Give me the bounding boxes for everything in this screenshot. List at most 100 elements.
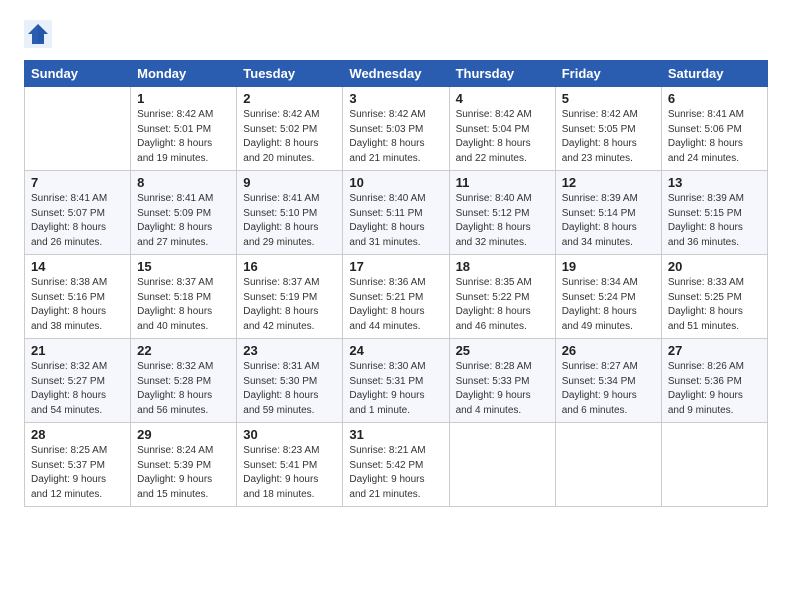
calendar-cell: 24 Sunrise: 8:30 AM Sunset: 5:31 PM Dayli… xyxy=(343,339,449,423)
day-info: Sunrise: 8:33 AM Sunset: 5:25 PM Dayligh… xyxy=(668,276,761,334)
day-number: 5 xyxy=(562,91,655,106)
day-info: Sunrise: 8:42 AM Sunset: 5:03 PM Dayligh… xyxy=(349,108,442,166)
calendar-cell xyxy=(661,423,767,507)
day-number: 15 xyxy=(137,259,230,274)
calendar-cell xyxy=(555,423,661,507)
day-number: 6 xyxy=(668,91,761,106)
week-row-4: 21 Sunrise: 8:32 AM Sunset: 5:27 PM Dayli… xyxy=(25,339,768,423)
day-info: Sunrise: 8:27 AM Sunset: 5:34 PM Dayligh… xyxy=(562,360,655,418)
day-info: Sunrise: 8:40 AM Sunset: 5:12 PM Dayligh… xyxy=(456,192,549,250)
day-number: 8 xyxy=(137,175,230,190)
day-info: Sunrise: 8:42 AM Sunset: 5:01 PM Dayligh… xyxy=(137,108,230,166)
day-info: Sunrise: 8:42 AM Sunset: 5:04 PM Dayligh… xyxy=(456,108,549,166)
day-number: 28 xyxy=(31,427,124,442)
logo xyxy=(24,20,54,48)
calendar-cell: 22 Sunrise: 8:32 AM Sunset: 5:28 PM Dayli… xyxy=(131,339,237,423)
day-info: Sunrise: 8:41 AM Sunset: 5:10 PM Dayligh… xyxy=(243,192,336,250)
day-info: Sunrise: 8:25 AM Sunset: 5:37 PM Dayligh… xyxy=(31,444,124,502)
day-info: Sunrise: 8:37 AM Sunset: 5:19 PM Dayligh… xyxy=(243,276,336,334)
day-number: 27 xyxy=(668,343,761,358)
calendar-cell: 26 Sunrise: 8:27 AM Sunset: 5:34 PM Dayli… xyxy=(555,339,661,423)
calendar-cell: 29 Sunrise: 8:24 AM Sunset: 5:39 PM Dayli… xyxy=(131,423,237,507)
day-number: 1 xyxy=(137,91,230,106)
logo-icon xyxy=(24,20,52,48)
day-info: Sunrise: 8:26 AM Sunset: 5:36 PM Dayligh… xyxy=(668,360,761,418)
day-number: 11 xyxy=(456,175,549,190)
day-number: 22 xyxy=(137,343,230,358)
calendar-cell: 27 Sunrise: 8:26 AM Sunset: 5:36 PM Dayli… xyxy=(661,339,767,423)
calendar-cell: 14 Sunrise: 8:38 AM Sunset: 5:16 PM Dayli… xyxy=(25,255,131,339)
day-info: Sunrise: 8:42 AM Sunset: 5:02 PM Dayligh… xyxy=(243,108,336,166)
calendar-cell: 4Sunrise: 8:42 AM Sunset: 5:04 PM Daylig… xyxy=(449,87,555,171)
day-number: 24 xyxy=(349,343,442,358)
day-number: 12 xyxy=(562,175,655,190)
week-row-2: 7Sunrise: 8:41 AM Sunset: 5:07 PM Daylig… xyxy=(25,171,768,255)
day-info: Sunrise: 8:39 AM Sunset: 5:14 PM Dayligh… xyxy=(562,192,655,250)
header-row: SundayMondayTuesdayWednesdayThursdayFrid… xyxy=(25,61,768,87)
calendar-cell: 12 Sunrise: 8:39 AM Sunset: 5:14 PM Dayli… xyxy=(555,171,661,255)
day-info: Sunrise: 8:32 AM Sunset: 5:28 PM Dayligh… xyxy=(137,360,230,418)
day-number: 23 xyxy=(243,343,336,358)
calendar-cell: 13 Sunrise: 8:39 AM Sunset: 5:15 PM Dayli… xyxy=(661,171,767,255)
calendar-cell: 30Sunrise: 8:23 AM Sunset: 5:41 PM Dayli… xyxy=(237,423,343,507)
day-info: Sunrise: 8:35 AM Sunset: 5:22 PM Dayligh… xyxy=(456,276,549,334)
day-number: 18 xyxy=(456,259,549,274)
day-number: 20 xyxy=(668,259,761,274)
calendar-cell: 5Sunrise: 8:42 AM Sunset: 5:05 PM Daylig… xyxy=(555,87,661,171)
day-number: 31 xyxy=(349,427,442,442)
day-number: 9 xyxy=(243,175,336,190)
calendar-table: SundayMondayTuesdayWednesdayThursdayFrid… xyxy=(24,60,768,507)
col-header-saturday: Saturday xyxy=(661,61,767,87)
day-info: Sunrise: 8:21 AM Sunset: 5:42 PM Dayligh… xyxy=(349,444,442,502)
calendar-cell: 11 Sunrise: 8:40 AM Sunset: 5:12 PM Dayli… xyxy=(449,171,555,255)
day-info: Sunrise: 8:28 AM Sunset: 5:33 PM Dayligh… xyxy=(456,360,549,418)
day-number: 10 xyxy=(349,175,442,190)
day-info: Sunrise: 8:24 AM Sunset: 5:39 PM Dayligh… xyxy=(137,444,230,502)
day-info: Sunrise: 8:23 AM Sunset: 5:41 PM Dayligh… xyxy=(243,444,336,502)
day-number: 14 xyxy=(31,259,124,274)
day-number: 25 xyxy=(456,343,549,358)
header xyxy=(24,20,768,48)
day-number: 7 xyxy=(31,175,124,190)
day-number: 3 xyxy=(349,91,442,106)
calendar-cell: 8 Sunrise: 8:41 AM Sunset: 5:09 PM Daylig… xyxy=(131,171,237,255)
day-info: Sunrise: 8:37 AM Sunset: 5:18 PM Dayligh… xyxy=(137,276,230,334)
calendar-cell: 17 Sunrise: 8:36 AM Sunset: 5:21 PM Dayli… xyxy=(343,255,449,339)
calendar-cell xyxy=(25,87,131,171)
week-row-1: 1 Sunrise: 8:42 AM Sunset: 5:01 PM Daylig… xyxy=(25,87,768,171)
col-header-friday: Friday xyxy=(555,61,661,87)
day-info: Sunrise: 8:38 AM Sunset: 5:16 PM Dayligh… xyxy=(31,276,124,334)
day-number: 19 xyxy=(562,259,655,274)
calendar-cell: 28 Sunrise: 8:25 AM Sunset: 5:37 PM Dayli… xyxy=(25,423,131,507)
day-info: Sunrise: 8:39 AM Sunset: 5:15 PM Dayligh… xyxy=(668,192,761,250)
col-header-wednesday: Wednesday xyxy=(343,61,449,87)
day-info: Sunrise: 8:32 AM Sunset: 5:27 PM Dayligh… xyxy=(31,360,124,418)
calendar-cell: 16Sunrise: 8:37 AM Sunset: 5:19 PM Dayli… xyxy=(237,255,343,339)
calendar-cell: 31 Sunrise: 8:21 AM Sunset: 5:42 PM Dayli… xyxy=(343,423,449,507)
col-header-monday: Monday xyxy=(131,61,237,87)
calendar-cell: 25 Sunrise: 8:28 AM Sunset: 5:33 PM Dayli… xyxy=(449,339,555,423)
day-number: 21 xyxy=(31,343,124,358)
calendar-cell: 7Sunrise: 8:41 AM Sunset: 5:07 PM Daylig… xyxy=(25,171,131,255)
calendar-cell: 19 Sunrise: 8:34 AM Sunset: 5:24 PM Dayli… xyxy=(555,255,661,339)
day-number: 26 xyxy=(562,343,655,358)
col-header-thursday: Thursday xyxy=(449,61,555,87)
day-number: 29 xyxy=(137,427,230,442)
calendar-cell: 9 Sunrise: 8:41 AM Sunset: 5:10 PM Daylig… xyxy=(237,171,343,255)
day-info: Sunrise: 8:31 AM Sunset: 5:30 PM Dayligh… xyxy=(243,360,336,418)
day-info: Sunrise: 8:36 AM Sunset: 5:21 PM Dayligh… xyxy=(349,276,442,334)
day-info: Sunrise: 8:30 AM Sunset: 5:31 PM Dayligh… xyxy=(349,360,442,418)
calendar-cell: 15 Sunrise: 8:37 AM Sunset: 5:18 PM Dayli… xyxy=(131,255,237,339)
day-info: Sunrise: 8:34 AM Sunset: 5:24 PM Dayligh… xyxy=(562,276,655,334)
week-row-5: 28 Sunrise: 8:25 AM Sunset: 5:37 PM Dayli… xyxy=(25,423,768,507)
day-info: Sunrise: 8:41 AM Sunset: 5:06 PM Dayligh… xyxy=(668,108,761,166)
day-number: 17 xyxy=(349,259,442,274)
calendar-cell: 18 Sunrise: 8:35 AM Sunset: 5:22 PM Dayli… xyxy=(449,255,555,339)
day-info: Sunrise: 8:40 AM Sunset: 5:11 PM Dayligh… xyxy=(349,192,442,250)
day-number: 13 xyxy=(668,175,761,190)
calendar-cell: 23 Sunrise: 8:31 AM Sunset: 5:30 PM Dayli… xyxy=(237,339,343,423)
calendar-cell: 20 Sunrise: 8:33 AM Sunset: 5:25 PM Dayli… xyxy=(661,255,767,339)
calendar-cell: 10 Sunrise: 8:40 AM Sunset: 5:11 PM Dayli… xyxy=(343,171,449,255)
day-info: Sunrise: 8:41 AM Sunset: 5:09 PM Dayligh… xyxy=(137,192,230,250)
calendar-cell: 2Sunrise: 8:42 AM Sunset: 5:02 PM Daylig… xyxy=(237,87,343,171)
